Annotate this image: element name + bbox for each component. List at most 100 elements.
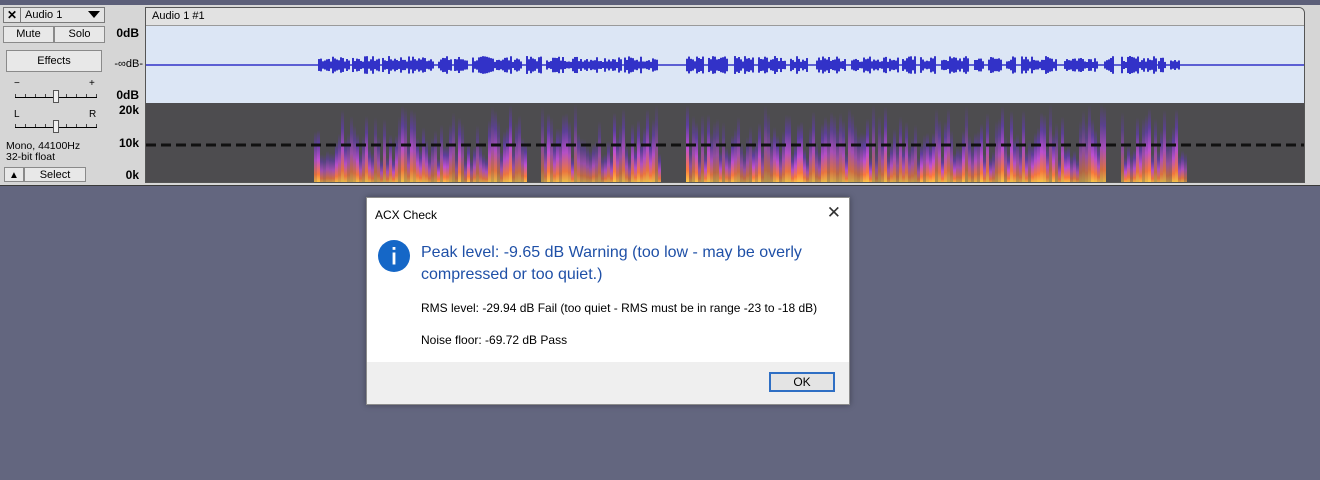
waveform-segment (346, 59, 348, 71)
track-title-bar[interactable]: ✕ Audio 1 (3, 7, 105, 23)
waveform-segment (1096, 61, 1098, 69)
effects-button[interactable]: Effects (6, 50, 102, 72)
gain-slider-thumb[interactable] (53, 90, 59, 103)
waveform-segment (794, 61, 796, 69)
waveform-segment (640, 56, 642, 74)
spectrogram-column (701, 115, 704, 182)
waveform-segment (752, 57, 754, 73)
spectrogram-column (842, 120, 845, 182)
waveform-segment (1145, 61, 1147, 69)
waveform-segment (410, 60, 412, 70)
waveform-segment (867, 58, 869, 72)
spectrogram-column (547, 113, 550, 182)
waveform-segment (502, 59, 504, 71)
waveform-segment (1012, 56, 1014, 74)
waveform-segment (556, 58, 558, 72)
waveform-segment (816, 60, 818, 70)
collapse-track-button[interactable]: ▲ (4, 167, 24, 182)
waveform-segment (887, 61, 889, 69)
waveform-segment (382, 57, 384, 73)
clip-name-bar[interactable]: Audio 1 #1 (146, 8, 1304, 26)
spectrogram-column (565, 113, 568, 182)
waveform-segment (336, 59, 338, 71)
waveform-segment (618, 57, 620, 73)
waveform-segment (924, 61, 926, 69)
spectrogram-column (713, 121, 716, 182)
spectrogram-column (689, 144, 692, 182)
mute-button[interactable]: Mute (3, 26, 54, 43)
select-track-button[interactable]: Select (24, 167, 86, 182)
waveform-segment (364, 56, 366, 74)
close-track-button[interactable]: ✕ (4, 8, 21, 22)
waveform-segment (908, 56, 910, 74)
waveform-segment (526, 56, 528, 74)
spectrogram-view[interactable] (146, 103, 1304, 183)
waveform-segment (508, 60, 510, 70)
waveform-segment (784, 60, 786, 70)
waveform-segment (646, 60, 648, 70)
waveform-segment (953, 57, 955, 73)
ruler-spec-mid: 10k (118, 136, 139, 150)
waveform-segment (378, 58, 380, 72)
waveform-view[interactable] (146, 26, 1304, 103)
spectrogram-column (767, 113, 770, 182)
spectrogram-column (613, 112, 616, 182)
spectrogram-column (323, 154, 326, 182)
waveform-segment (692, 59, 694, 71)
waveform-segment (1160, 57, 1162, 73)
waveform-segment (486, 56, 488, 74)
waveform-segment (885, 56, 887, 74)
pan-slider-thumb[interactable] (53, 120, 59, 133)
waveform-segment (596, 57, 598, 73)
spectrogram-column (971, 145, 974, 182)
waveform-segment (656, 59, 658, 71)
spectrogram-column (314, 131, 317, 182)
spectrogram-column (782, 130, 785, 182)
waveform-segment (1139, 61, 1141, 69)
spectrogram-column (734, 128, 737, 182)
spectrogram-column (568, 121, 571, 182)
spectrogram-column (890, 143, 893, 182)
spectrogram-column (761, 147, 764, 182)
solo-button[interactable]: Solo (54, 26, 105, 43)
waveform-segment (1051, 58, 1053, 72)
spectrogram-column (365, 116, 368, 182)
track-name[interactable]: Audio 1 (25, 9, 62, 22)
waveform-segment (746, 58, 748, 72)
waveform-segment (766, 57, 768, 73)
spectrogram-column (458, 117, 461, 182)
waveform-segment (394, 58, 396, 72)
spectrogram-column (338, 133, 341, 182)
spectrogram-column (809, 127, 812, 182)
waveform-segment (748, 58, 750, 72)
waveform-segment (412, 56, 414, 74)
audio-track[interactable]: Audio 1 #1 (145, 7, 1305, 183)
waveform-segment (566, 61, 568, 69)
dialog-close-icon[interactable]: ✕ (827, 203, 841, 223)
waveform-segment (426, 61, 428, 69)
spectrogram-column (479, 145, 482, 182)
waveform-segment (492, 58, 494, 72)
waveform-segment (949, 56, 951, 74)
ok-button[interactable]: OK (769, 372, 835, 392)
ruler-wave-mid: -∞dB- (114, 58, 143, 70)
waveform-segment (360, 60, 362, 70)
waveform-segment (1000, 59, 1002, 71)
waveform-segment (1143, 58, 1145, 72)
spectrogram-column (851, 113, 854, 182)
waveform-segment (758, 57, 760, 73)
waveform-segment (482, 56, 484, 74)
spectrogram-column (749, 126, 752, 182)
spectrogram-column (800, 121, 803, 182)
waveform-segment (840, 61, 842, 69)
waveform-segment (957, 60, 959, 70)
track-menu-dropdown-icon[interactable] (88, 11, 100, 18)
noise-floor-message: Noise floor: -69.72 dB Pass (421, 333, 568, 347)
waveform-segment (578, 61, 580, 69)
waveform-segment (464, 60, 466, 70)
spectrogram-column (977, 130, 980, 182)
waveform-segment (710, 59, 712, 71)
waveform-segment (865, 59, 867, 71)
spectrogram-column (1034, 132, 1037, 182)
spectrogram-column (875, 152, 878, 182)
